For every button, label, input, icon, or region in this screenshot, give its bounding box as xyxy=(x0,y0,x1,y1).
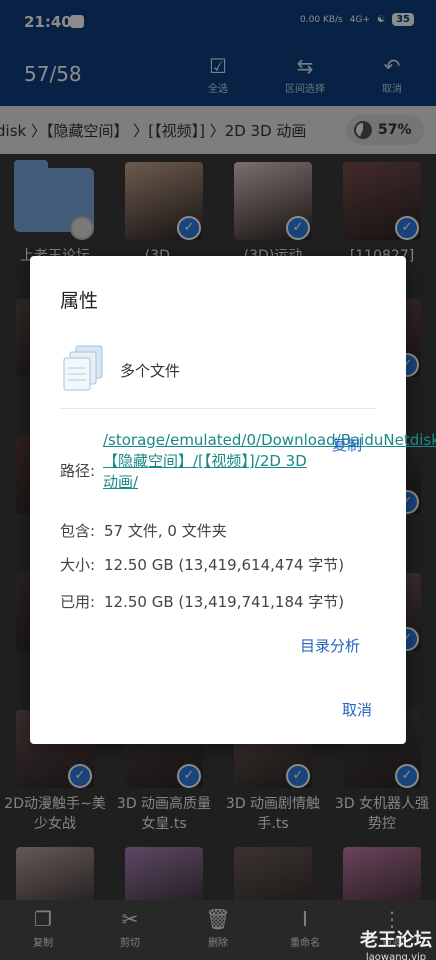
copy-path-button[interactable]: 复制 xyxy=(332,434,362,455)
cancel-button[interactable]: 取消 xyxy=(342,699,372,720)
size-label: 大小: xyxy=(60,556,96,574)
used-label: 已用: xyxy=(60,593,96,611)
path-label: 路径: xyxy=(60,462,96,480)
dialog-divider xyxy=(60,408,376,409)
multiple-files-icon xyxy=(63,345,103,391)
contains-value: 57 文件, 0 文件夹 xyxy=(104,522,227,540)
watermark: 老王论坛 laowang.vip xyxy=(360,926,432,960)
dialog-title: 属性 xyxy=(60,290,99,312)
directory-analysis-button[interactable]: 目录分析 xyxy=(300,635,360,656)
contains-label: 包含: xyxy=(60,522,96,540)
size-value: 12.50 GB (13,419,614,474 字节) xyxy=(104,556,345,574)
watermark-title: 老王论坛 xyxy=(360,930,432,951)
path-link[interactable]: /storage/emulated/0/Download/BaiduNetdis… xyxy=(103,430,436,493)
file-name: 多个文件 xyxy=(120,362,181,380)
properties-dialog: 属性 多个文件 路径: /storage/emulated/0/Download… xyxy=(30,256,436,744)
used-value: 12.50 GB (13,419,741,184 字节) xyxy=(104,593,345,611)
watermark-url: laowang.vip xyxy=(365,952,427,960)
